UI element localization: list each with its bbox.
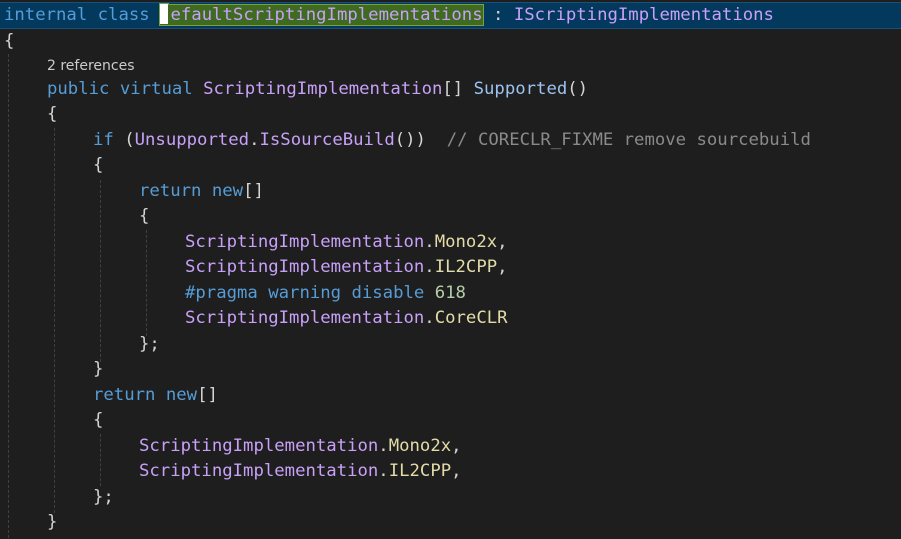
brace: { — [93, 155, 104, 175]
close-brace-semicolon: }; — [139, 334, 160, 354]
type-unsupported: Unsupported — [134, 130, 250, 150]
code-line[interactable]: if (Unsupported.IsSourceBuild()) // CORE… — [93, 128, 811, 153]
code-line[interactable]: }; — [93, 485, 114, 510]
indent-guide — [146, 230, 147, 336]
comma: , — [451, 436, 462, 456]
brace: { — [139, 206, 150, 226]
code-line[interactable]: return new[] — [139, 179, 264, 204]
method-issourcebuild: IsSourceBuild — [259, 130, 395, 150]
dot: . — [424, 308, 435, 328]
type-scriptingimplementation: ScriptingImplementation — [139, 461, 379, 481]
colon: : — [482, 5, 514, 25]
codelens-references[interactable]: 2 references — [47, 56, 135, 76]
code-editor[interactable]: internal class efaultScriptingImplementa… — [0, 0, 901, 539]
code-line[interactable]: ScriptingImplementation.CoreCLR — [185, 306, 508, 331]
member-mono2x: Mono2x — [388, 436, 452, 456]
member-mono2x: Mono2x — [434, 232, 498, 252]
type-scriptingimplementation: ScriptingImplementation — [185, 308, 425, 328]
brace: } — [93, 359, 104, 379]
member-il2cpp: IL2CPP — [388, 461, 452, 481]
keyword-return: return — [93, 385, 156, 405]
dot: . — [378, 461, 389, 481]
dot: . — [424, 257, 435, 277]
indent-guide — [8, 54, 9, 538]
code-line[interactable]: }; — [139, 332, 160, 357]
code-line[interactable]: return new[] — [93, 383, 218, 408]
brace: } — [47, 512, 58, 532]
code-line[interactable]: { — [139, 204, 149, 229]
interface-name: IScriptingImplementations — [513, 5, 774, 25]
code-line[interactable]: public virtual ScriptingImplementation[]… — [47, 77, 588, 102]
pragma-directive: #pragma warning disable — [185, 283, 425, 303]
return-type: ScriptingImplementation — [203, 79, 443, 99]
dot: . — [424, 232, 435, 252]
code-line[interactable]: internal class efaultScriptingImplementa… — [4, 3, 774, 28]
keyword-class: class — [97, 5, 150, 25]
code-line[interactable]: { — [93, 408, 103, 433]
selected-class-name[interactable]: efaultScriptingImplementations — [159, 4, 484, 26]
method-name: Supported — [473, 79, 568, 99]
text-cursor — [160, 4, 169, 24]
keyword-return: return — [139, 181, 202, 201]
code-line[interactable]: ScriptingImplementation.IL2CPP, — [139, 459, 462, 484]
brace: { — [47, 104, 58, 124]
code-line[interactable]: #pragma warning disable 618 — [185, 281, 466, 306]
comma: , — [497, 232, 508, 252]
indent-guide — [54, 128, 55, 513]
class-name: efaultScriptingImplementations — [170, 5, 483, 25]
open-paren: ( — [113, 130, 135, 150]
comma: , — [497, 257, 508, 277]
code-line[interactable]: } — [93, 357, 103, 382]
code-line[interactable]: { — [93, 153, 103, 178]
type-scriptingimplementation: ScriptingImplementation — [139, 436, 379, 456]
code-line[interactable]: { — [4, 29, 14, 54]
keyword-new: new — [211, 181, 244, 201]
keyword-public: public — [47, 79, 110, 99]
comma: , — [451, 461, 462, 481]
dot: . — [378, 436, 389, 456]
comment: // CORECLR_FIXME remove sourcebuild — [446, 130, 811, 150]
code-line[interactable]: { — [47, 102, 57, 127]
brace: { — [4, 31, 15, 51]
member-il2cpp: IL2CPP — [434, 257, 498, 277]
brace: { — [93, 410, 104, 430]
code-line[interactable]: } — [47, 510, 57, 535]
type-scriptingimplementation: ScriptingImplementation — [185, 257, 425, 277]
code-line[interactable]: ScriptingImplementation.Mono2x, — [139, 434, 462, 459]
close-parens: ()) — [394, 130, 426, 150]
indent-guide — [100, 180, 101, 362]
type-scriptingimplementation: ScriptingImplementation — [185, 232, 425, 252]
array-brackets: [] — [197, 385, 218, 405]
warning-number: 618 — [434, 283, 466, 303]
indent-guide — [100, 434, 101, 486]
member-coreclr: CoreCLR — [434, 308, 508, 328]
dot: . — [249, 130, 260, 150]
keyword-if: if — [93, 130, 114, 150]
keyword-internal: internal — [4, 5, 88, 25]
array-brackets: [] — [243, 181, 264, 201]
keyword-virtual: virtual — [119, 79, 193, 99]
parens: () — [567, 79, 589, 99]
close-brace-semicolon: }; — [93, 487, 114, 507]
code-line[interactable]: ScriptingImplementation.IL2CPP, — [185, 255, 508, 280]
array-brackets: [] — [442, 79, 464, 99]
code-line[interactable]: ScriptingImplementation.Mono2x, — [185, 230, 508, 255]
keyword-new: new — [165, 385, 198, 405]
